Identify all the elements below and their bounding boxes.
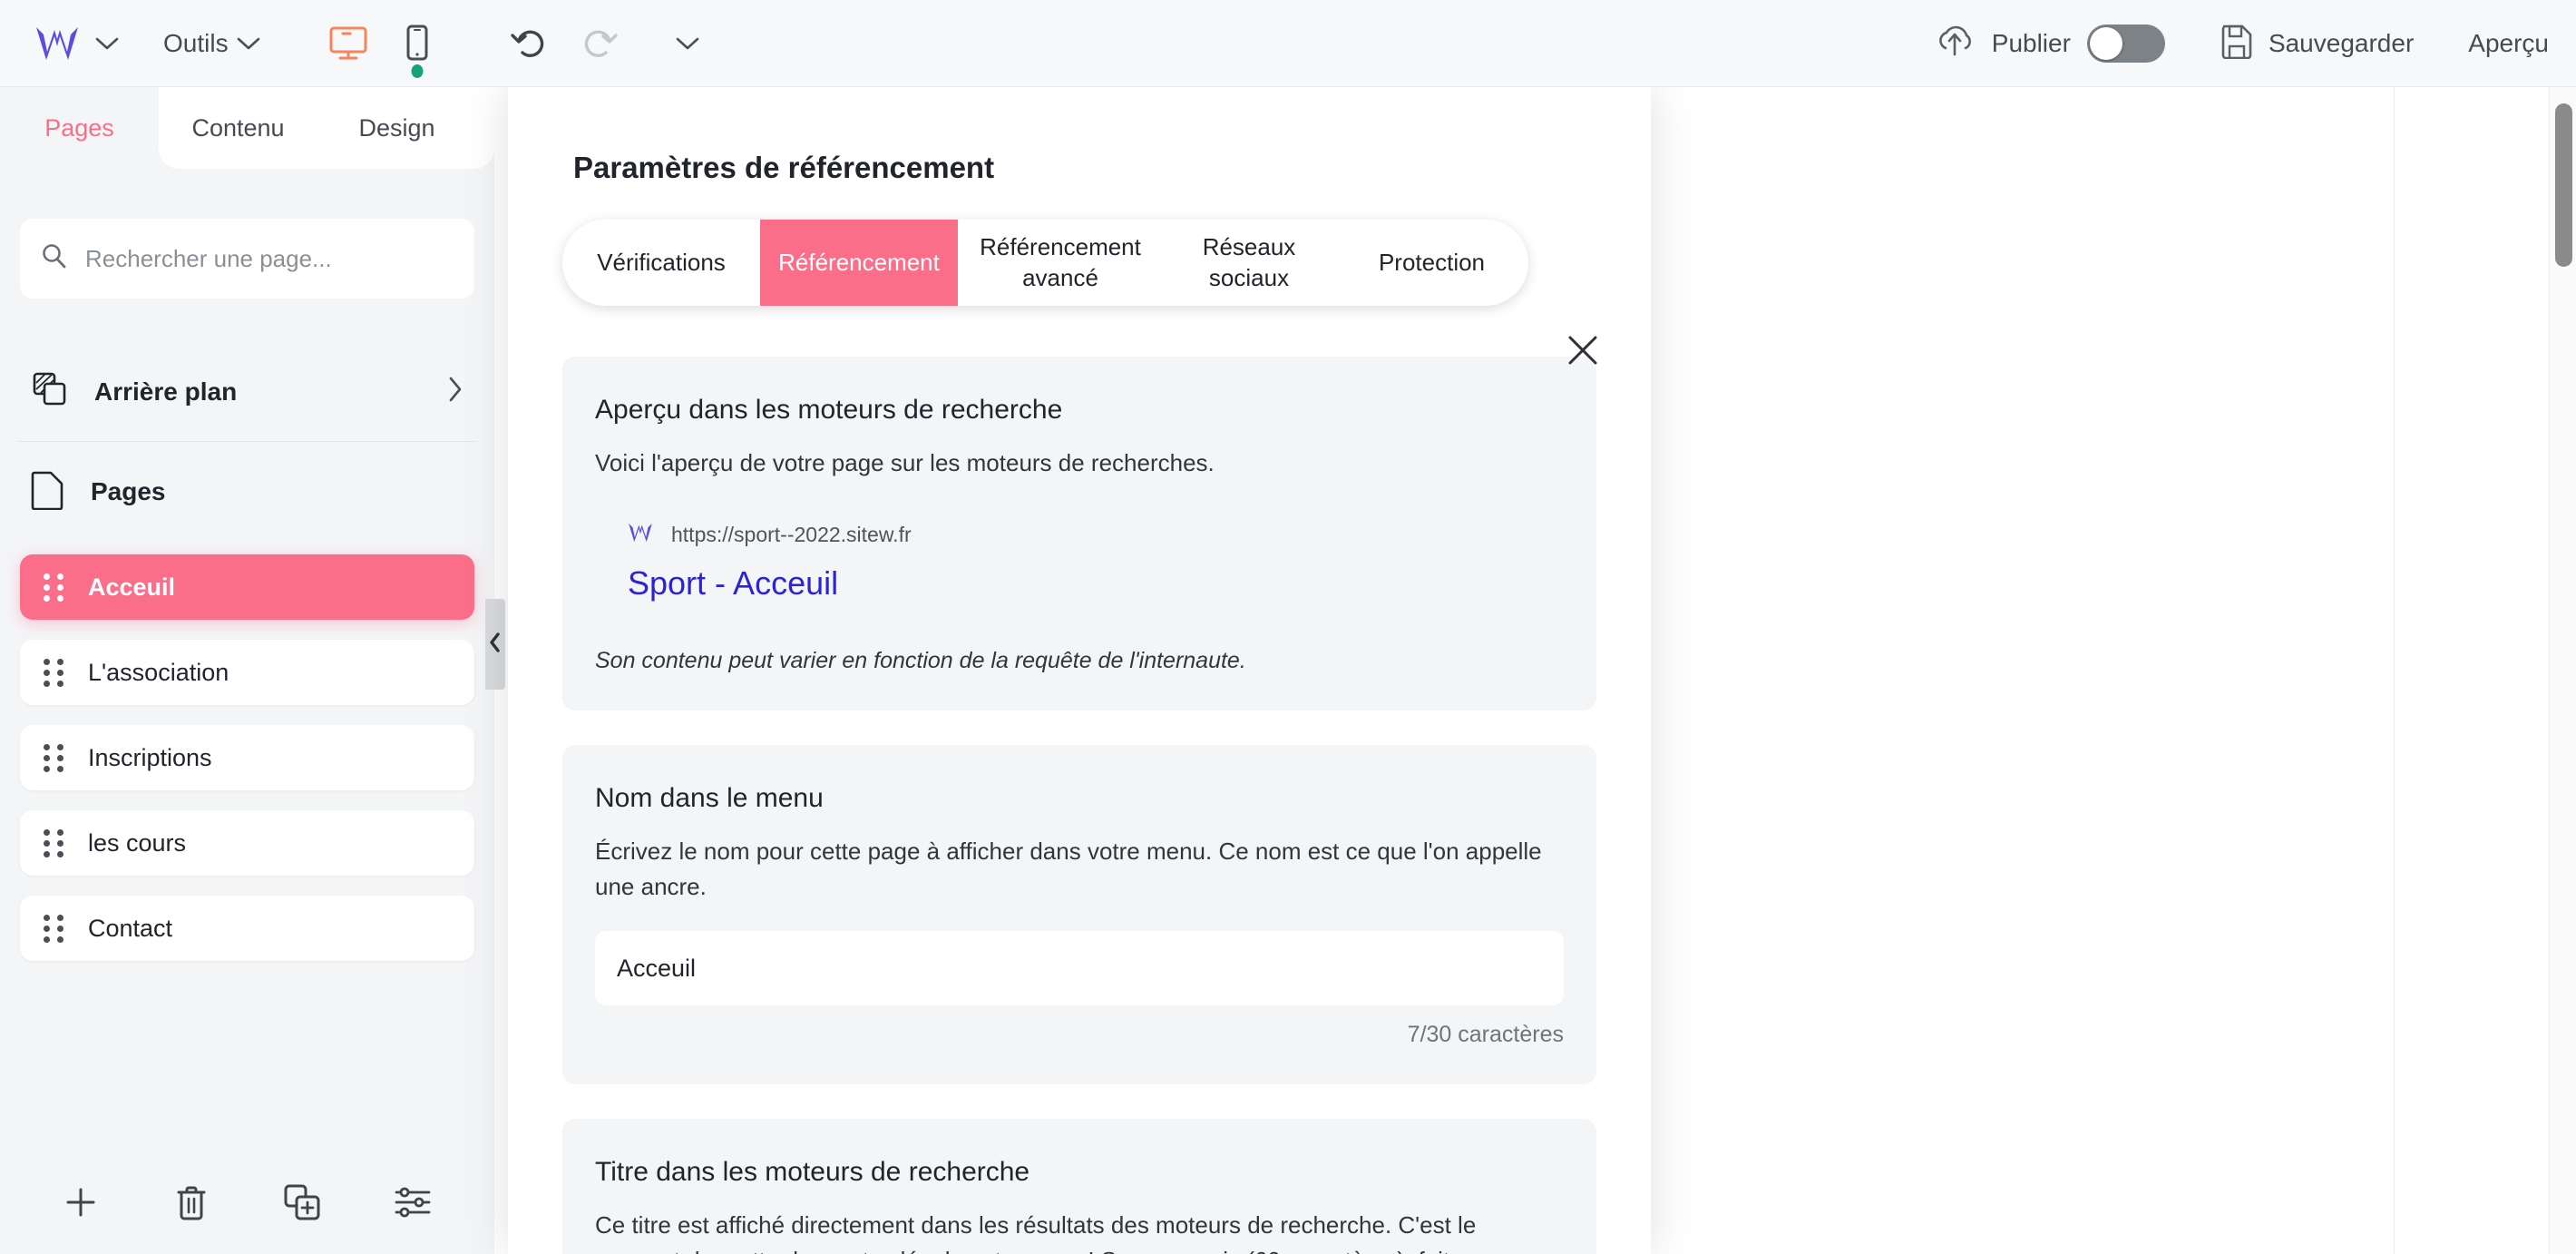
add-page-button[interactable] <box>48 1171 113 1237</box>
search-preview-description: Voici l'aperçu de votre page sur les mot… <box>595 449 1215 476</box>
device-switcher <box>317 16 448 78</box>
menu-name-description: Écrivez le nom pour cette page à affiche… <box>595 838 1542 900</box>
scrollbar-thumb[interactable] <box>2555 103 2572 267</box>
sidebar-tab-design[interactable]: Design <box>317 87 476 169</box>
mobile-status-dot <box>411 64 424 78</box>
seo-cards: Aperçu dans les moteurs de recherche Voi… <box>508 357 1651 1254</box>
page-list-item-inscriptions[interactable]: Inscriptions <box>20 725 474 790</box>
seo-settings-panel: Paramètres de référencement Vérification… <box>508 87 1651 1254</box>
tools-menu[interactable]: Outils <box>127 16 278 71</box>
sitew-w-logo-icon <box>628 522 653 548</box>
duplicate-page-button[interactable] <box>270 1171 336 1237</box>
seo-title-card: Titre dans les moteurs de recherche Ce t… <box>562 1119 1596 1254</box>
page-list-item-contact[interactable]: Contact <box>20 896 474 961</box>
sidebar-tab-contenu[interactable]: Contenu <box>159 87 317 169</box>
page-list-item-label: Inscriptions <box>88 743 212 771</box>
top-toolbar: Outils Publier Sauvegarder Aperçu <box>0 0 2576 87</box>
plus-icon <box>61 1182 101 1227</box>
desktop-monitor-icon[interactable] <box>317 16 379 71</box>
save-button[interactable]: Sauvegarder <box>2220 23 2414 64</box>
tab-referencement-avance[interactable]: Référencement avancé <box>958 220 1163 306</box>
tab-referencement[interactable]: Référencement <box>760 220 958 306</box>
menu-name-input[interactable]: Acceuil <box>595 931 1564 1006</box>
serp-note: Son contenu peut varier en fonction de l… <box>595 648 1246 674</box>
seo-title-description: Ce titre est affiché directement dans le… <box>595 1211 1520 1254</box>
layers-icon <box>31 370 69 413</box>
history-more-chevron-down-icon[interactable] <box>660 16 715 71</box>
sitew-w-logo-icon[interactable] <box>27 22 87 65</box>
page-title: Paramètres de référencement <box>573 151 995 184</box>
preview-button[interactable]: Aperçu <box>2468 29 2549 58</box>
sidebar-tab-pages[interactable]: Pages <box>0 87 159 169</box>
drag-handle-icon[interactable] <box>44 658 64 687</box>
save-label: Sauvegarder <box>2268 28 2415 57</box>
drag-handle-icon[interactable] <box>44 573 64 602</box>
page-list-item-lassociation[interactable]: L'association <box>20 640 474 705</box>
publish-label: Publier <box>1991 28 2071 57</box>
page-list-item-label: les cours <box>88 828 187 857</box>
toolbar-left-group: Outils <box>0 16 715 78</box>
toolbar-right-group: Publier Sauvegarder Aperçu <box>1934 23 2576 64</box>
tab-protection[interactable]: Protection <box>1335 220 1528 306</box>
delete-page-button[interactable] <box>159 1171 224 1237</box>
publish-control[interactable]: Publier <box>1934 24 2165 63</box>
serp-result-title[interactable]: Sport - Acceuil <box>628 564 1564 603</box>
tab-verifications[interactable]: Vérifications <box>562 220 760 306</box>
serp-preview: https://sport--2022.sitew.fr Sport - Acc… <box>628 522 1564 603</box>
page-document-icon <box>31 470 65 514</box>
publish-toggle[interactable] <box>2086 24 2165 63</box>
menu-name-card: Nom dans le menu Écrivez le nom pour cet… <box>562 745 1596 1085</box>
settings-sliders-icon <box>393 1182 434 1227</box>
redo-arrow-icon[interactable] <box>571 16 626 71</box>
sidebar-section-pages-label: Pages <box>91 477 166 505</box>
cloud-upload-icon <box>1934 24 1976 63</box>
page-list-item-label: L'association <box>88 658 229 686</box>
drag-handle-icon[interactable] <box>44 828 64 857</box>
page-list-item-les-cours[interactable]: les cours <box>20 810 474 876</box>
menu-name-input-value: Acceuil <box>617 954 697 982</box>
drag-handle-icon[interactable] <box>44 743 64 772</box>
page-list-item-label: Contact <box>88 914 173 942</box>
page-search-placeholder: Rechercher une page... <box>85 244 332 272</box>
tools-menu-label: Outils <box>163 28 229 57</box>
chevron-left-icon <box>489 632 502 657</box>
trash-icon <box>173 1182 210 1227</box>
menu-name-heading: Nom dans le menu <box>595 783 824 814</box>
page-list: Acceuil L'association Inscriptions les c… <box>0 554 494 961</box>
save-floppy-icon <box>2220 23 2254 64</box>
menu-name-char-counter: 7/30 caractères <box>1407 1022 1564 1048</box>
canvas-vertical-scrollbar[interactable] <box>2549 87 2576 1254</box>
page-list-item-acceuil[interactable]: Acceuil <box>20 554 474 620</box>
chevron-right-icon <box>447 376 463 407</box>
tools-chevron-down-icon <box>229 24 268 64</box>
sidebar-section-pages: Pages <box>18 442 476 542</box>
duplicate-icon <box>282 1182 324 1227</box>
close-x-icon <box>1563 330 1603 375</box>
drag-handle-icon[interactable] <box>44 914 64 943</box>
sidebar-item-background[interactable]: Arrière plan <box>18 342 476 442</box>
left-sidebar: Pages Contenu Design Rechercher une page… <box>0 87 494 1254</box>
page-settings-button[interactable] <box>381 1171 446 1237</box>
brand-chevron-down-icon[interactable] <box>87 24 127 64</box>
page-search-input[interactable]: Rechercher une page... <box>20 219 474 299</box>
mobile-phone-icon[interactable] <box>386 16 448 78</box>
seo-title-heading: Titre dans les moteurs de recherche <box>595 1157 1030 1188</box>
sidebar-collapse-button[interactable] <box>485 599 505 690</box>
search-preview-card: Aperçu dans les moteurs de recherche Voi… <box>562 357 1596 711</box>
sidebar-tabbar: Pages Contenu Design <box>0 87 494 169</box>
undo-arrow-icon[interactable] <box>503 16 557 71</box>
search-preview-heading: Aperçu dans les moteurs de recherche <box>595 395 1063 425</box>
sidebar-item-background-label: Arrière plan <box>94 377 238 406</box>
serp-url: https://sport--2022.sitew.fr <box>671 523 912 547</box>
page-list-item-label: Acceuil <box>88 573 176 601</box>
search-icon <box>40 242 69 276</box>
history-controls <box>503 16 715 71</box>
sidebar-bottom-actions <box>0 1154 494 1254</box>
close-panel-button[interactable] <box>1556 325 1610 379</box>
serp-url-row: https://sport--2022.sitew.fr <box>628 522 1564 548</box>
tab-reseaux-sociaux[interactable]: Réseaux sociaux <box>1163 220 1335 306</box>
seo-tabbar: Vérifications Référencement Référencemen… <box>562 220 1528 306</box>
